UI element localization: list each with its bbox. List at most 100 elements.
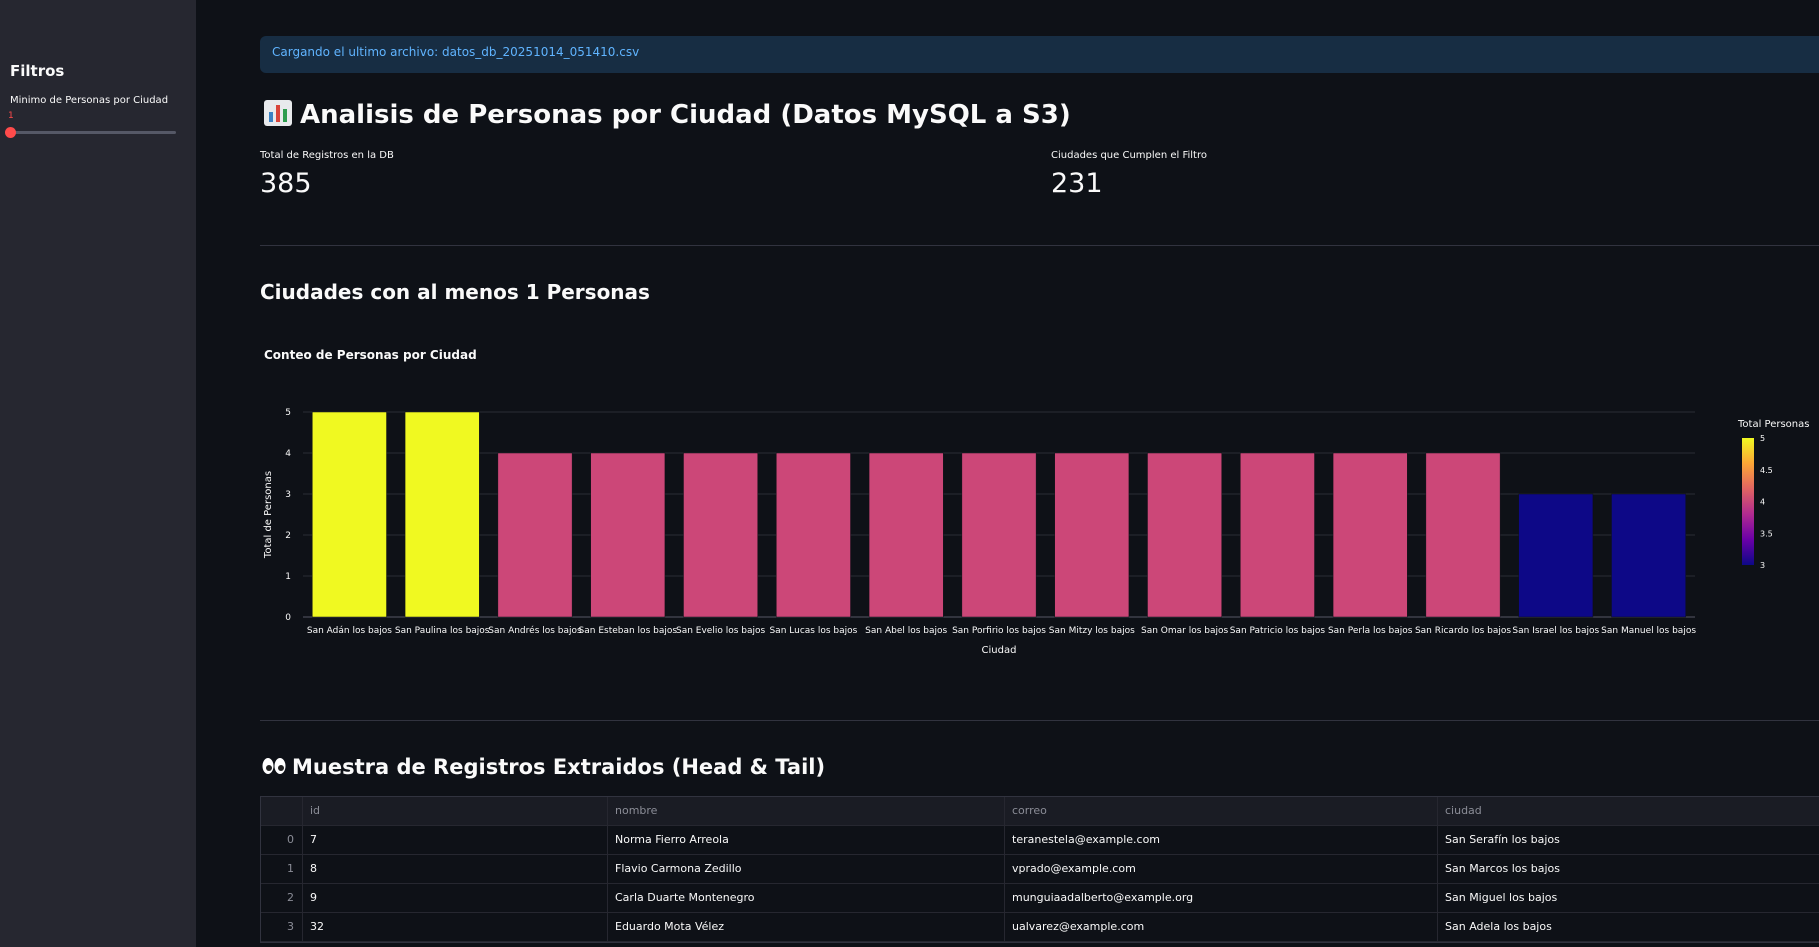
- bar-chart[interactable]: Conteo de Personas por Ciudad 0 1 2 3 4 5 San …: [260, 340, 1819, 670]
- sidebar-title: Filtros: [10, 62, 65, 80]
- x-tick-label: San Perla los bajos: [1328, 626, 1413, 636]
- x-tick-label: San Patricio los bajos: [1230, 626, 1326, 636]
- info-alert: Cargando el ultimo archivo: datos_db_202…: [260, 36, 1819, 73]
- table-header: id nombre correo ciudad: [261, 797, 1819, 826]
- colorbar-tick-label: 4.5: [1760, 466, 1773, 475]
- bar: [497, 452, 573, 618]
- cell-ciudad[interactable]: San Marcos los bajos: [1437, 855, 1819, 883]
- cell-correo[interactable]: munguiaadalberto@example.org: [1004, 884, 1437, 912]
- chart-canvas: 0 1 2 3 4 5 San Adán los bajos San Paulina los …: [263, 408, 1809, 656]
- bar: [404, 411, 480, 618]
- column-header-correo[interactable]: correo: [1004, 797, 1437, 825]
- bar: [868, 452, 944, 618]
- cell-nombre[interactable]: Norma Fierro Arreola: [607, 826, 1004, 854]
- row-index: 1: [287, 862, 294, 875]
- cell-id[interactable]: 7: [302, 826, 607, 854]
- metric-ciudades-value: 231: [1051, 168, 1103, 199]
- table-section-title: Muestra de Registros Extraidos (Head & T…: [262, 755, 825, 779]
- bar-chart-icon: [264, 100, 292, 126]
- y-axis-label: Total de Personas: [263, 471, 274, 559]
- table-row[interactable]: 2 9 Carla Duarte Montenegro munguiaadalbert…: [261, 884, 1819, 913]
- main-content: Cargando el ultimo archivo: datos_db_202…: [260, 0, 1819, 947]
- colorbar-tick-label: 4: [1760, 498, 1765, 507]
- cell-correo[interactable]: ualvarez@example.com: [1004, 913, 1437, 941]
- row-index: 0: [287, 833, 294, 846]
- x-tick-label: San Manuel los bajos: [1601, 626, 1696, 636]
- cell-id[interactable]: 32: [302, 913, 607, 941]
- bar: [1425, 452, 1501, 618]
- metric-total-label: Total de Registros en la DB: [260, 150, 394, 161]
- metric-total-value: 385: [260, 168, 312, 199]
- cell-id[interactable]: 9: [302, 884, 607, 912]
- divider: [260, 720, 1819, 721]
- y-tick-label: 3: [285, 490, 291, 500]
- cell-nombre[interactable]: Eduardo Mota Vélez: [607, 913, 1004, 941]
- colorbar: [1742, 438, 1754, 565]
- x-tick-label: San Israel los bajos: [1512, 626, 1599, 636]
- x-axis-label: Ciudad: [982, 645, 1017, 656]
- y-tick-label: 5: [285, 408, 291, 418]
- bar: [683, 452, 758, 618]
- cell-nombre[interactable]: Carla Duarte Montenegro: [607, 884, 1004, 912]
- colorbar-tick-label: 5: [1760, 434, 1765, 443]
- table-section-title-text: Muestra de Registros Extraidos (Head & T…: [292, 755, 826, 779]
- metric-ciudades-label: Ciudades que Cumplen el Filtro: [1051, 150, 1207, 161]
- colorbar-title: Total Personas: [1737, 419, 1809, 430]
- bar: [312, 411, 387, 618]
- x-tick-label: San Andrés los bajos: [488, 625, 582, 636]
- cell-ciudad[interactable]: San Adela los bajos: [1437, 913, 1819, 941]
- x-tick-label: San Mitzy los bajos: [1049, 626, 1135, 636]
- bar: [1054, 452, 1130, 618]
- alert-text: Cargando el ultimo archivo: datos_db_202…: [272, 45, 640, 59]
- x-tick-label: San Esteban los bajos: [579, 626, 678, 636]
- min-personas-slider[interactable]: [5, 127, 176, 138]
- colorbar-tick-label: 3.5: [1760, 529, 1773, 538]
- cell-ciudad[interactable]: San Serafín los bajos: [1437, 826, 1819, 854]
- divider: [260, 245, 1819, 246]
- sidebar: Filtros Minimo de Personas por Ciudad 1: [0, 0, 196, 947]
- column-header-ciudad[interactable]: ciudad: [1437, 797, 1819, 825]
- bar: [590, 452, 666, 618]
- y-tick-label: 0: [285, 613, 291, 623]
- index-header: [261, 797, 302, 825]
- x-tick-label: San Adán los bajos: [307, 626, 392, 636]
- y-tick-label: 1: [285, 572, 291, 582]
- page-title: Analisis de Personas por Ciudad (Datos M…: [264, 100, 1071, 130]
- chart-title: Conteo de Personas por Ciudad: [264, 348, 477, 362]
- cell-ciudad[interactable]: San Miguel los bajos: [1437, 884, 1819, 912]
- table-row[interactable]: 3 32 Eduardo Mota Vélez ualvarez@example.co…: [261, 913, 1819, 942]
- x-tick-label: San Omar los bajos: [1141, 626, 1229, 636]
- cell-correo[interactable]: vprado@example.com: [1004, 855, 1437, 883]
- bar: [1332, 452, 1408, 618]
- data-table[interactable]: id nombre correo ciudad 0 7 Norma Fierro Arreo…: [260, 796, 1819, 943]
- chart-section-title: Ciudades con al menos 1 Personas: [260, 280, 650, 304]
- cell-correo[interactable]: teranestela@example.com: [1004, 826, 1437, 854]
- x-tick-label: San Ricardo los bajos: [1415, 626, 1511, 636]
- cell-nombre[interactable]: Flavio Carmona Zedillo: [607, 855, 1004, 883]
- bar: [1147, 452, 1222, 618]
- bar: [1518, 493, 1594, 618]
- bar: [1611, 493, 1686, 618]
- slider-thumb[interactable]: [5, 127, 16, 138]
- bar: [961, 452, 1037, 618]
- slider-value: 1: [8, 111, 14, 121]
- bar: [1240, 452, 1315, 618]
- column-header-nombre[interactable]: nombre: [607, 797, 1004, 825]
- eyes-icon: [262, 758, 286, 774]
- colorbar-tick-label: 3: [1760, 561, 1765, 570]
- page-title-text: Analisis de Personas por Ciudad (Datos M…: [300, 100, 1071, 130]
- slider-label: Minimo de Personas por Ciudad: [10, 95, 169, 106]
- x-tick-label: San Abel los bajos: [865, 626, 947, 636]
- table-row[interactable]: 1 8 Flavio Carmona Zedillo vprado@example.c…: [261, 855, 1819, 884]
- row-index: 3: [287, 920, 294, 933]
- bar: [776, 452, 851, 618]
- x-tick-label: San Paulina los bajos: [395, 626, 490, 636]
- column-header-id[interactable]: id: [302, 797, 607, 825]
- table-row[interactable]: 0 7 Norma Fierro Arreola teranestela@exampl…: [261, 826, 1819, 855]
- y-tick-label: 4: [285, 449, 291, 459]
- x-tick-label: San Lucas los bajos: [769, 626, 857, 636]
- x-tick-label: San Evelio los bajos: [676, 626, 766, 636]
- y-tick-label: 2: [285, 531, 291, 541]
- x-tick-label: San Porfirio los bajos: [952, 626, 1046, 636]
- cell-id[interactable]: 8: [302, 855, 607, 883]
